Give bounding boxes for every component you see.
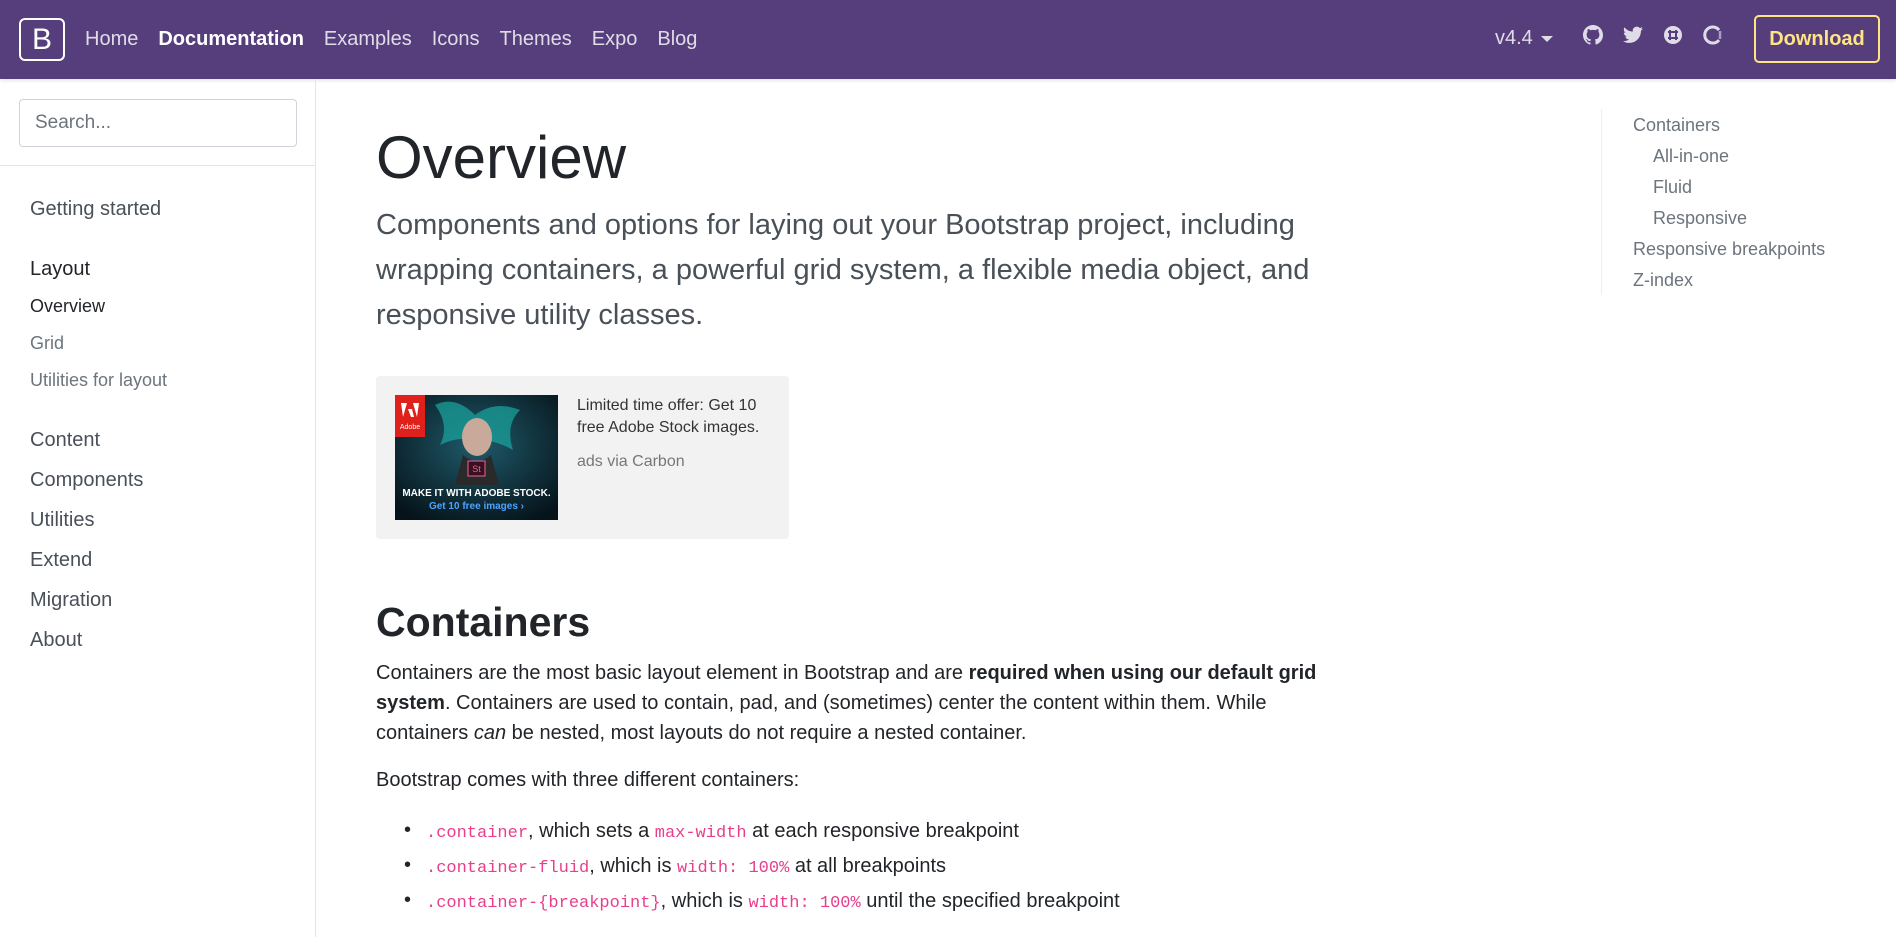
- top-navbar: B Home Documentation Examples Icons Them…: [0, 0, 1896, 79]
- can-emphasis: can: [473, 722, 507, 744]
- sidebar-item-grid[interactable]: Grid: [30, 333, 64, 354]
- slack-icon[interactable]: [1662, 24, 1684, 46]
- list-item: .container-{breakpoint}, which is width:…: [404, 889, 1326, 925]
- list-item: .container, which sets a max-width at ea…: [404, 819, 1326, 855]
- sidebar-group-components[interactable]: Components: [30, 469, 143, 492]
- nav-link-blog[interactable]: Blog: [657, 28, 697, 51]
- code-snippet: width: 100%: [677, 859, 790, 878]
- sidebar-group-layout[interactable]: Layout: [30, 258, 90, 281]
- toc-item-all-in-one[interactable]: All-in-one: [1653, 146, 1729, 167]
- code-snippet: .container: [426, 824, 529, 843]
- version-label: v4.4: [1495, 27, 1533, 49]
- sidebar-item-utilities-for-layout[interactable]: Utilities for layout: [30, 370, 167, 391]
- nav-link-icons[interactable]: Icons: [432, 28, 480, 51]
- ad-text[interactable]: Limited time offer: Get 10 free Adobe St…: [577, 395, 777, 439]
- toc-item-z-index[interactable]: Z-index: [1633, 270, 1693, 291]
- list-item: .container-fluid, which is width: 100% a…: [404, 854, 1326, 890]
- sidebar-group-utilities[interactable]: Utilities: [30, 509, 94, 532]
- search-input[interactable]: [19, 99, 297, 147]
- nav-link-themes[interactable]: Themes: [500, 28, 572, 51]
- toc-item-containers[interactable]: Containers: [1633, 115, 1720, 136]
- code-snippet: .container-{breakpoint}: [426, 894, 661, 913]
- code-snippet: width: 100%: [748, 894, 861, 913]
- ad-badge-text: St: [472, 464, 481, 474]
- sidebar-group-content[interactable]: Content: [30, 429, 100, 452]
- ad-headline: MAKE IT WITH ADOBE STOCK.: [402, 488, 551, 499]
- twitter-icon[interactable]: [1622, 24, 1644, 46]
- nav-link-expo[interactable]: Expo: [592, 28, 638, 51]
- version-dropdown[interactable]: v4.4: [1495, 27, 1553, 50]
- caret-down-icon: [1540, 35, 1553, 42]
- ad-cta: Get 10 free images ›: [429, 501, 524, 512]
- sidebar-group-extend[interactable]: Extend: [30, 549, 92, 572]
- section-title-containers: Containers: [376, 599, 591, 645]
- docs-sidebar: Getting started Layout Overview Grid Uti…: [0, 79, 316, 937]
- sidebar-group-getting-started[interactable]: Getting started: [30, 198, 161, 221]
- toc-item-responsive[interactable]: Responsive: [1653, 208, 1747, 229]
- toc-item-responsive-breakpoints[interactable]: Responsive breakpoints: [1633, 239, 1825, 260]
- table-of-contents: Containers All-in-one Fluid Responsive R…: [1601, 109, 1881, 295]
- toc-item-fluid[interactable]: Fluid: [1653, 177, 1692, 198]
- ad-logo-text: Adobe: [400, 424, 420, 431]
- social-icons: [1582, 24, 1724, 46]
- nav-link-examples[interactable]: Examples: [324, 28, 412, 51]
- nav-links: Home Documentation Examples Icons Themes…: [85, 0, 717, 79]
- containers-paragraph: Containers are the most basic layout ele…: [376, 662, 1317, 744]
- download-button[interactable]: Download: [1754, 15, 1880, 63]
- page-lead: Components and options for laying out yo…: [376, 209, 1310, 331]
- github-icon[interactable]: [1582, 24, 1604, 46]
- nav-link-documentation[interactable]: Documentation: [158, 28, 304, 51]
- nav-link-home[interactable]: Home: [85, 28, 138, 51]
- ad-via[interactable]: ads via Carbon: [577, 453, 685, 471]
- code-snippet: .container-fluid: [426, 859, 590, 878]
- code-snippet: max-width: [654, 824, 747, 843]
- sidebar-group-about[interactable]: About: [30, 629, 82, 652]
- sidebar-item-overview[interactable]: Overview: [30, 296, 105, 317]
- ad-image[interactable]: Adobe St MAKE IT WITH ADOBE STOCK. Get 1…: [395, 395, 558, 520]
- carbon-ad: Adobe St MAKE IT WITH ADOBE STOCK. Get 1…: [376, 376, 789, 539]
- three-containers-intro: Bootstrap comes with three different con…: [376, 769, 800, 791]
- search-wrapper: [0, 79, 315, 166]
- sidebar-group-migration[interactable]: Migration: [30, 589, 112, 612]
- page-title: Overview: [376, 124, 627, 191]
- containers-list: .container, which sets a max-width at ea…: [404, 819, 1326, 925]
- bootstrap-logo[interactable]: B: [19, 18, 65, 61]
- opencollective-icon[interactable]: [1702, 24, 1724, 46]
